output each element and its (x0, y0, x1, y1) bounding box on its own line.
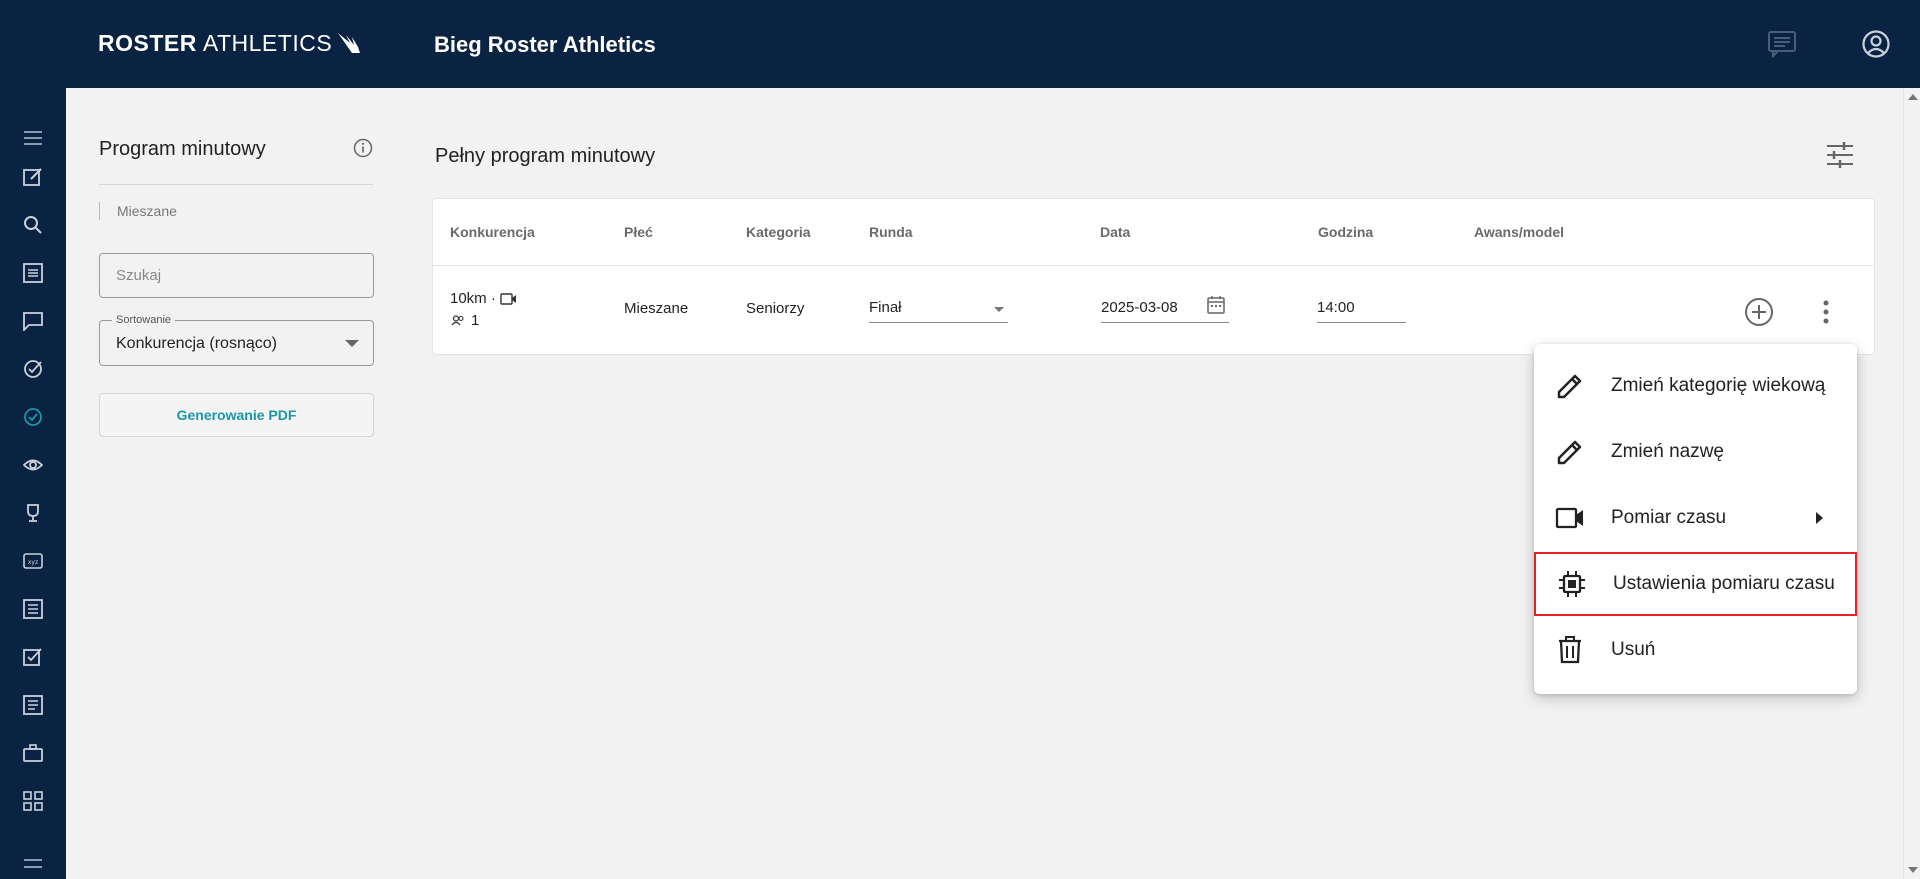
column-header[interactable]: Runda (869, 224, 913, 240)
category-cell: Seniorzy (746, 300, 805, 317)
scrollbar[interactable] (1903, 88, 1920, 879)
round-value: Finał (869, 299, 902, 316)
column-header[interactable]: Kategoria (746, 224, 811, 240)
logo[interactable]: ROSTER ATHLETICS (98, 30, 364, 57)
panel-divider (99, 184, 373, 185)
search-input[interactable]: Szukaj (99, 253, 374, 298)
count-value: 1 (471, 312, 480, 329)
more-vert-icon[interactable] (1809, 295, 1843, 329)
briefcase-icon[interactable] (19, 739, 47, 767)
group-icon (451, 315, 464, 326)
round-select[interactable]: Finał (869, 299, 1008, 323)
xyz-icon[interactable]: xyz (19, 547, 47, 575)
trophy-icon[interactable] (19, 499, 47, 527)
date-value: 2025-03-08 (1101, 299, 1178, 316)
menu-item-label: Ustawienia pomiaru czasu (1613, 573, 1835, 594)
menu-item-label: Zmień nazwę (1611, 441, 1724, 462)
info-icon[interactable] (352, 137, 374, 164)
chat-icon[interactable] (1766, 28, 1798, 60)
videocam-icon (1554, 502, 1586, 534)
column-header[interactable]: Awans/model (1474, 224, 1564, 240)
menu-item-label: Pomiar czasu (1611, 507, 1727, 528)
trash-icon (1554, 634, 1586, 666)
eye-icon[interactable] (19, 451, 47, 479)
account-circle-icon[interactable] (1860, 28, 1892, 60)
scroll-up-icon[interactable] (1908, 94, 1918, 100)
column-header[interactable]: Konkurencja (450, 224, 535, 240)
edit-icon[interactable] (19, 163, 47, 191)
check-circle-icon[interactable] (19, 355, 47, 383)
pencil-icon (1554, 370, 1586, 402)
chip-icon (1556, 568, 1588, 600)
app-title: Bieg Roster Athletics (434, 32, 656, 57)
menu-item-label: Usuń (1611, 639, 1656, 660)
tune-icon[interactable] (1826, 142, 1854, 173)
dropdown-arrow-icon (994, 307, 1004, 312)
logo-light: ATHLETICS (202, 30, 333, 56)
panel-title: Program minutowy (99, 138, 266, 160)
menu-item-timing[interactable]: Pomiar czasu (1534, 486, 1857, 550)
time-value: 14:00 (1317, 299, 1355, 316)
pencil-icon (1554, 436, 1586, 468)
event-name: 10km · (450, 290, 496, 307)
menu-item-change-age-category[interactable]: Zmień kategorię wiekową (1534, 354, 1857, 418)
list-icon[interactable] (19, 259, 47, 287)
menu-bottom-icon[interactable] (19, 850, 47, 878)
apps-icon[interactable] (19, 787, 47, 815)
date-field[interactable]: 2025-03-08 (1101, 296, 1229, 323)
winged-foot-icon (338, 32, 361, 53)
participant-count: 1 (451, 312, 479, 329)
generate-pdf-button[interactable]: Generowanie PDF (99, 393, 374, 437)
videocam-icon (500, 292, 516, 305)
filter-tag[interactable]: Mieszane (99, 202, 177, 220)
calendar-icon[interactable] (1207, 295, 1225, 315)
sort-label: Sortowanie (112, 314, 176, 326)
table-divider (433, 265, 1874, 266)
search-icon[interactable] (19, 211, 47, 239)
submenu-arrow-icon (1816, 512, 1823, 524)
column-header[interactable]: Godzina (1318, 224, 1373, 240)
column-header[interactable]: Płeć (624, 224, 653, 240)
page-title: Pełny program minutowy (435, 145, 656, 167)
logo-bold: ROSTER (98, 30, 197, 56)
list-alt-icon[interactable] (19, 595, 47, 623)
menu-item-timing-settings[interactable]: Ustawienia pomiaru czasu (1534, 552, 1857, 616)
article-icon[interactable] (19, 691, 47, 719)
scroll-down-icon[interactable] (1908, 867, 1918, 873)
sort-select[interactable]: Sortowanie Konkurencja (rosnąco) (99, 314, 374, 366)
time-field[interactable]: 14:00 (1317, 299, 1406, 323)
svg-text:xyz: xyz (28, 559, 38, 566)
comment-icon[interactable] (19, 307, 47, 335)
menu-item-label: Zmień kategorię wiekową (1611, 375, 1826, 396)
add-circle-icon[interactable] (1742, 295, 1776, 329)
sidebar: xyz (0, 88, 66, 879)
event-cell[interactable]: 10km · (450, 290, 517, 307)
menu-item-rename[interactable]: Zmień nazwę (1534, 420, 1857, 484)
column-header[interactable]: Data (1100, 224, 1130, 240)
menu-item-delete[interactable]: Usuń (1534, 618, 1857, 682)
menu-icon[interactable] (19, 124, 47, 152)
context-menu: Zmień kategorię wiekową Zmień nazwę Pomi… (1534, 344, 1857, 694)
gender-cell: Mieszane (624, 300, 689, 317)
dropdown-arrow-icon (345, 340, 359, 347)
program-table: Konkurencja Płeć Kategoria Runda Data Go… (432, 198, 1875, 355)
check-circle-active-icon[interactable] (19, 403, 47, 431)
checkbox-icon[interactable] (19, 643, 47, 671)
top-bar: ROSTER ATHLETICS Bieg Roster Athletics (0, 0, 1920, 88)
sort-value: Konkurencja (rosnąco) (116, 335, 277, 352)
